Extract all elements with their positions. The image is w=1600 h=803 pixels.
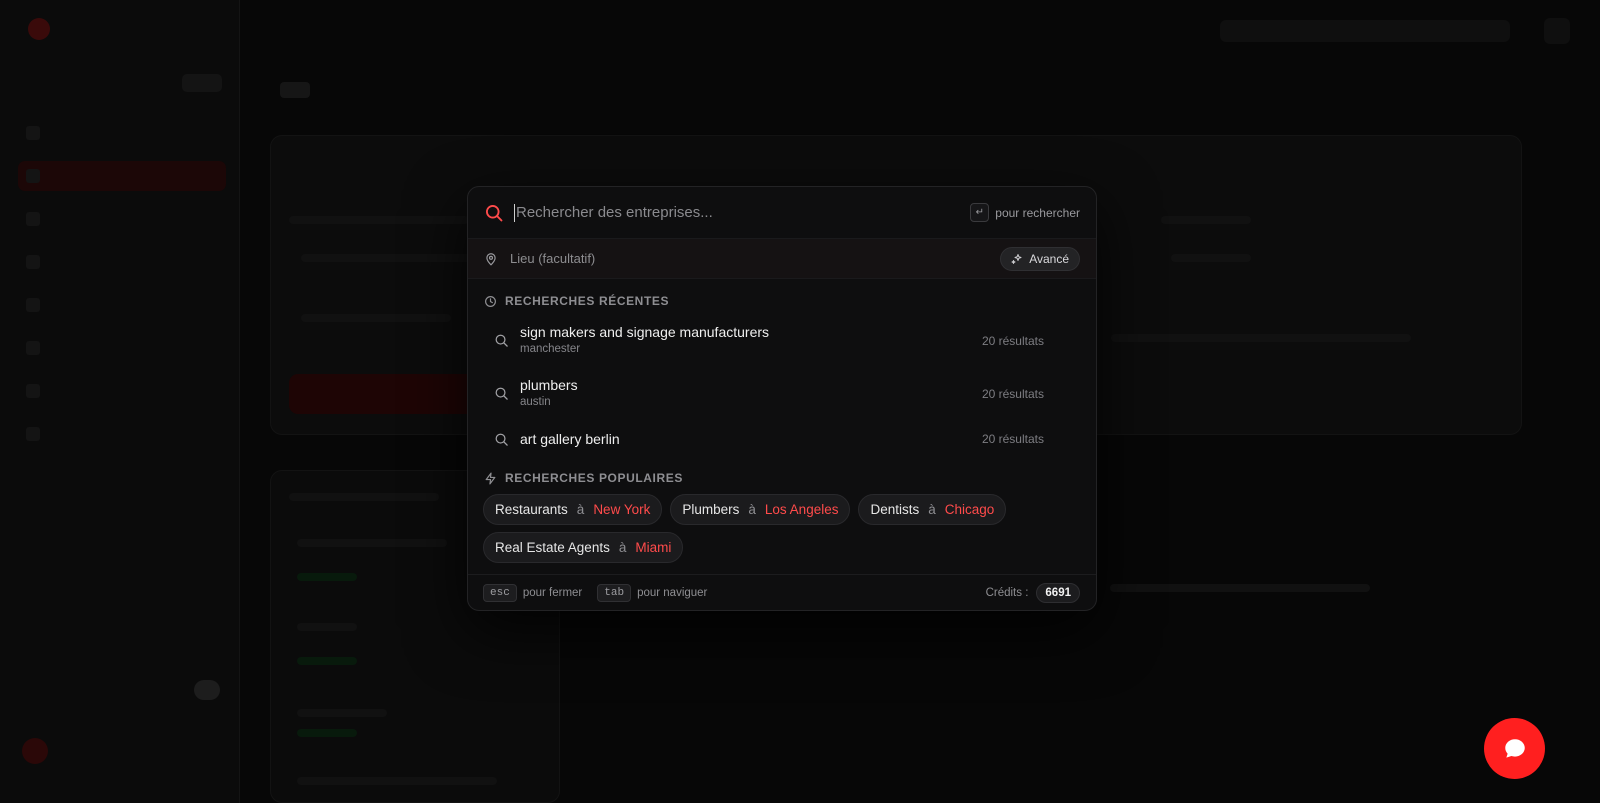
- esc-hint: pour fermer: [522, 586, 583, 599]
- search-modal: ↵ pour rechercher Avancé RECHERCHES RÉCE…: [467, 186, 1097, 611]
- advanced-button[interactable]: Avancé: [1000, 246, 1080, 271]
- recent-query: art gallery berlin: [520, 430, 620, 447]
- sidebar-item: [18, 247, 226, 277]
- sidebar: [0, 0, 240, 803]
- chip-category: Real Estate Agents: [495, 540, 610, 555]
- advanced-button-label: Avancé: [1029, 251, 1069, 266]
- recent-location: manchester: [520, 343, 581, 355]
- sparkles-icon: [1011, 253, 1022, 264]
- chip-connector: à: [928, 502, 936, 517]
- chip-city: Chicago: [944, 502, 995, 517]
- recent-location: austin: [520, 396, 551, 408]
- logo-mark: [28, 18, 50, 40]
- chip-connector: à: [618, 540, 627, 555]
- recent-search-item[interactable]: plumbers austin 20 résultats: [468, 367, 1096, 420]
- recent-query: plumbers: [520, 377, 578, 393]
- chip-category: Plumbers: [682, 502, 740, 517]
- recent-result-count: 20 résultats: [981, 333, 1044, 348]
- recent-result-count: 20 résultats: [981, 432, 1044, 446]
- chip-city: Los Angeles: [764, 502, 839, 517]
- popular-searches-heading: RECHERCHES POPULAIRES: [468, 471, 1096, 485]
- user-profile: [22, 738, 222, 764]
- workspace-switcher: [22, 70, 222, 96]
- popular-search-chip[interactable]: Plumbers à Los Angeles: [670, 494, 851, 525]
- chip-connector: à: [576, 502, 585, 517]
- popular-search-chip[interactable]: Restaurants à New York: [483, 494, 663, 525]
- enter-key-icon: ↵: [970, 203, 990, 222]
- chat-button[interactable]: [1484, 718, 1545, 779]
- popular-heading-label: RECHERCHES POPULAIRES: [505, 471, 683, 485]
- sidebar-item: [18, 290, 226, 320]
- chip-category: Dentists: [870, 502, 920, 517]
- recent-searches-heading: RECHERCHES RÉCENTES: [468, 294, 1096, 308]
- sidebar-item: [18, 376, 226, 406]
- search-icon: [495, 433, 508, 446]
- tab-key: tab: [597, 583, 632, 602]
- credits-label: Crédits :: [985, 586, 1029, 599]
- search-icon: [495, 334, 508, 347]
- clock-icon: [485, 295, 496, 307]
- sidebar-item: [18, 118, 226, 148]
- header-toolbar: [1220, 20, 1510, 42]
- recent-heading-label: RECHERCHES RÉCENTES: [505, 294, 670, 308]
- theme-toggle: [194, 680, 220, 700]
- map-pin-icon: [486, 252, 496, 265]
- recent-search-item[interactable]: art gallery berlin 20 résultats: [468, 420, 1096, 458]
- chip-city: Miami: [635, 540, 672, 555]
- chat-bubble-icon: [1504, 738, 1525, 758]
- avatar: [22, 738, 48, 764]
- recent-search-item[interactable]: sign makers and signage manufacturers ma…: [468, 314, 1096, 367]
- recent-searches-list: sign makers and signage manufacturers ma…: [468, 314, 1096, 458]
- search-input[interactable]: [516, 204, 971, 221]
- sidebar-item: [18, 333, 226, 363]
- sidebar-item-active: [18, 161, 226, 191]
- chip-connector: à: [748, 502, 756, 517]
- chip-category: Restaurants: [495, 502, 568, 517]
- search-icon: [495, 387, 508, 400]
- recent-result-count: 20 résultats: [981, 386, 1044, 401]
- enter-hint-text: pour rechercher: [995, 205, 1080, 220]
- location-row: Avancé: [468, 239, 1096, 279]
- background-primary-button: [289, 374, 489, 414]
- text-caret: [514, 203, 515, 222]
- recent-query: sign makers and signage manufacturers: [520, 324, 770, 340]
- enter-hint: ↵ pour rechercher: [970, 203, 1080, 222]
- tab-hint: pour naviguer: [637, 586, 708, 599]
- sidebar-nav: [18, 118, 226, 462]
- popular-search-chip[interactable]: Dentists à Chicago: [858, 494, 1007, 525]
- header-icon-button: [1544, 18, 1570, 44]
- sidebar-item: [18, 419, 226, 449]
- credits-badge: 6691: [1036, 582, 1080, 603]
- sidebar-item: [18, 204, 226, 234]
- search-row: ↵ pour rechercher: [468, 187, 1096, 239]
- modal-footer: esc pour fermer tab pour naviguer Crédit…: [468, 574, 1096, 610]
- location-input[interactable]: [510, 251, 1001, 266]
- popular-search-chip[interactable]: Real Estate Agents à Miami: [483, 532, 684, 563]
- chip-city: New York: [593, 502, 651, 517]
- lightning-icon: [485, 471, 496, 485]
- search-icon: [486, 204, 503, 221]
- esc-key: esc: [483, 583, 517, 602]
- app-logo: [28, 18, 62, 40]
- popular-searches-chips: Restaurants à New York Plumbers à Los An…: [468, 485, 1028, 563]
- breadcrumb: [266, 82, 310, 98]
